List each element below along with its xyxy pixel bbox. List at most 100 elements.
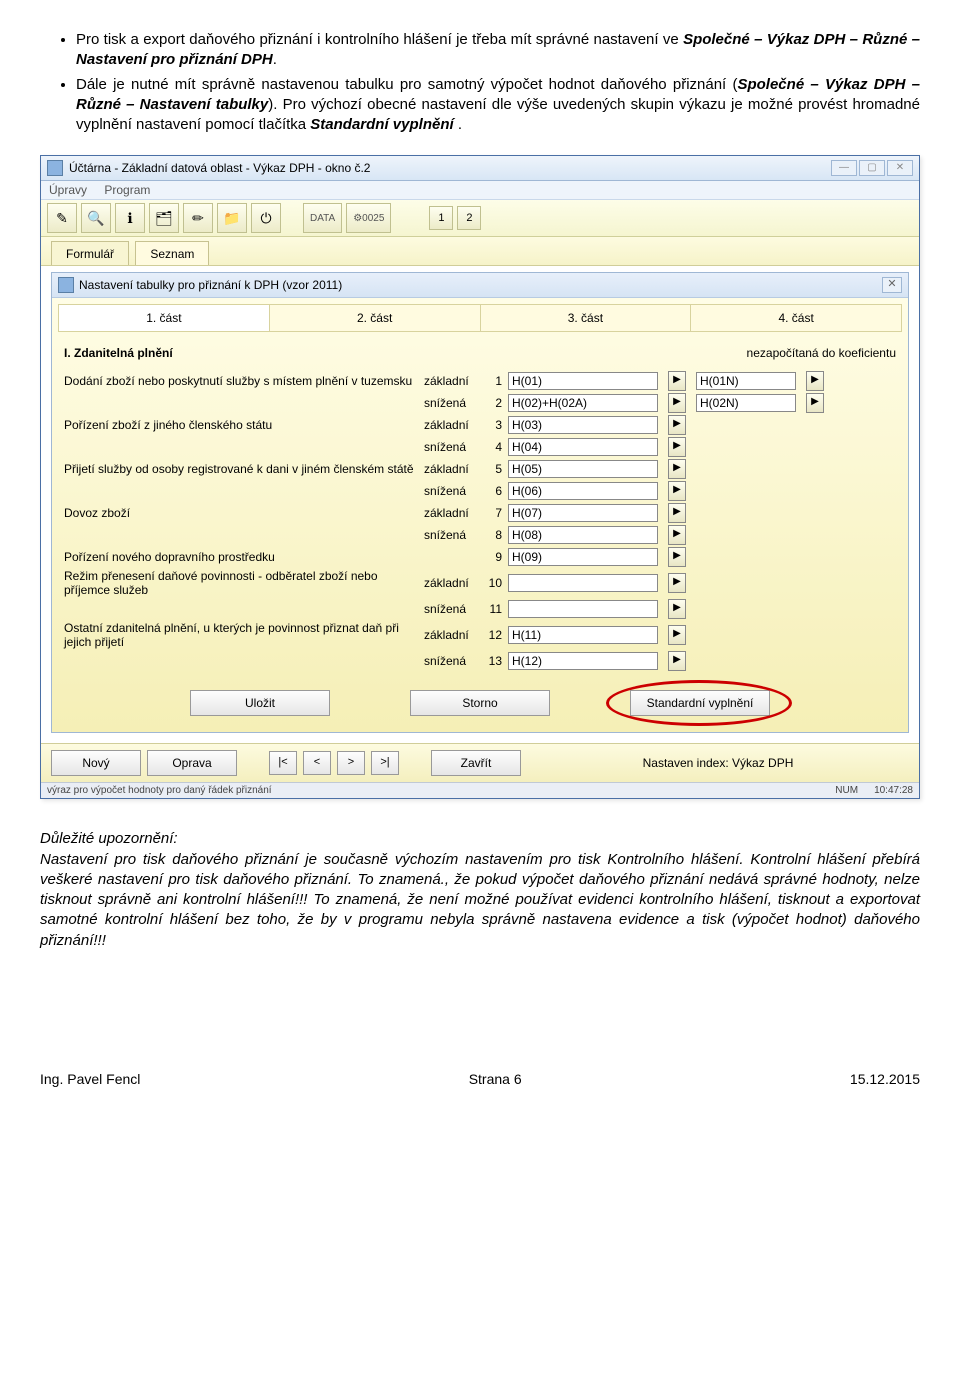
toolbar-data-button[interactable]: DATA — [303, 203, 342, 233]
row-value-input[interactable] — [508, 504, 658, 522]
menu-upravy[interactable]: Úpravy — [49, 183, 87, 197]
status-left: výraz pro výpočet hodnoty pro daný řádek… — [47, 785, 272, 796]
dialog-title-text: Nastavení tabulky pro přiznání k DPH (vz… — [79, 278, 342, 292]
form-row: Dovoz zbožízákladní7▶ — [58, 502, 902, 524]
window-2-button[interactable]: 2 — [457, 206, 481, 230]
row-rate: snížená — [424, 602, 484, 616]
bullet-list: Pro tisk a export daňového přiznání i ko… — [40, 30, 920, 135]
row-description: Pořízení nového dopravního prostředku — [64, 550, 424, 564]
toolbar-icon-6[interactable]: 📁 — [217, 203, 247, 233]
close-button[interactable]: ✕ — [887, 160, 913, 176]
row-description: Režim přenesení daňové povinnosti - odbě… — [64, 569, 424, 597]
play-icon[interactable]: ▶ — [668, 599, 686, 619]
form-row: snížená6▶ — [58, 480, 902, 502]
toolbar-icon-2[interactable]: 🔍 — [81, 203, 111, 233]
form-row: Režim přenesení daňové povinnosti - odbě… — [58, 568, 902, 598]
titlebar: Účtárna - Základní datová oblast - Výkaz… — [41, 156, 919, 181]
row-rate: základní — [424, 576, 484, 590]
toolbar-icon-3[interactable]: ℹ — [115, 203, 145, 233]
row-number: 3 — [484, 418, 508, 432]
row-rate: základní — [424, 506, 484, 520]
notice-body: Nastavení pro tisk daňového přiznání je … — [40, 851, 920, 949]
new-button[interactable]: Nový — [51, 750, 141, 776]
nav-next[interactable]: > — [337, 751, 365, 775]
toolbar-icon-5[interactable]: ✏ — [183, 203, 213, 233]
section-note: nezapočítaná do koeficientu — [747, 346, 896, 360]
app-icon — [47, 160, 63, 176]
page-footer: Ing. Pavel Fencl Strana 6 15.12.2015 — [40, 1071, 920, 1087]
row-number: 8 — [484, 528, 508, 542]
form-row: Dodání zboží nebo poskytnutí služby s mí… — [58, 370, 902, 392]
part-tab-2[interactable]: 2. část — [270, 305, 481, 331]
row-description: Pořízení zboží z jiného členského státu — [64, 418, 424, 432]
window-1-button[interactable]: 1 — [429, 206, 453, 230]
row-rate: základní — [424, 628, 484, 642]
row-value-input[interactable] — [508, 626, 658, 644]
toolbar-icon-1[interactable]: ✎ — [47, 203, 77, 233]
standard-fill-button[interactable]: Standardní vyplnění — [630, 690, 770, 716]
maximize-button[interactable]: ▢ — [859, 160, 885, 176]
play-icon[interactable]: ▶ — [806, 393, 824, 413]
play-icon[interactable]: ▶ — [668, 573, 686, 593]
row-rate: snížená — [424, 440, 484, 454]
menu-program[interactable]: Program — [104, 183, 150, 197]
play-icon[interactable]: ▶ — [668, 415, 686, 435]
row-description: Ostatní zdanitelná plnění, u kterých je … — [64, 621, 424, 649]
row-rate: snížená — [424, 654, 484, 668]
row-value-input[interactable] — [508, 416, 658, 434]
play-icon[interactable]: ▶ — [668, 437, 686, 457]
part-tab-3[interactable]: 3. část — [481, 305, 692, 331]
row-value2-input[interactable] — [696, 394, 796, 412]
form-row: snížená8▶ — [58, 524, 902, 546]
row-value-input[interactable] — [508, 394, 658, 412]
save-button[interactable]: Uložit — [190, 690, 330, 716]
toolbar-icon-4[interactable]: 🗂 — [149, 203, 179, 233]
form-row: snížená4 ▶ — [58, 436, 902, 458]
play-icon[interactable]: ▶ — [668, 371, 686, 391]
row-number: 6 — [484, 484, 508, 498]
play-icon[interactable]: ▶ — [668, 481, 686, 501]
row-value2-input[interactable] — [696, 372, 796, 390]
nav-first[interactable]: |< — [269, 751, 297, 775]
row-value-input[interactable] — [508, 482, 658, 500]
play-icon[interactable]: ▶ — [668, 651, 686, 671]
row-rate: základní — [424, 374, 484, 388]
row-value-input[interactable] — [508, 372, 658, 390]
row-value-input[interactable] — [508, 652, 658, 670]
play-icon[interactable]: ▶ — [668, 547, 686, 567]
close-dialog-button[interactable]: Zavřít — [431, 750, 521, 776]
toolbar-icon-7[interactable]: ⏻ — [251, 203, 281, 233]
dialog-close-button[interactable]: ✕ — [882, 277, 902, 293]
row-value-input[interactable] — [508, 526, 658, 544]
row-value-input[interactable] — [508, 438, 658, 456]
tab-seznam[interactable]: Seznam — [135, 241, 209, 265]
cancel-button[interactable]: Storno — [410, 690, 550, 716]
row-number: 7 — [484, 506, 508, 520]
play-icon[interactable]: ▶ — [668, 525, 686, 545]
play-icon[interactable]: ▶ — [668, 625, 686, 645]
nav-prev[interactable]: < — [303, 751, 331, 775]
nav-last[interactable]: >| — [371, 751, 399, 775]
play-icon[interactable]: ▶ — [668, 393, 686, 413]
row-value-input[interactable] — [508, 460, 658, 478]
app-window: Účtárna - Základní datová oblast - Výkaz… — [40, 155, 920, 799]
footer-page: Strana 6 — [469, 1071, 522, 1087]
play-icon[interactable]: ▶ — [668, 503, 686, 523]
tab-formular[interactable]: Formulář — [51, 241, 129, 265]
toolbar-gear-button[interactable]: ⚙ 0025 — [346, 203, 391, 233]
part-tab-1[interactable]: 1. část — [59, 305, 270, 331]
row-value-input[interactable] — [508, 574, 658, 592]
row-number: 13 — [484, 654, 508, 668]
minimize-button[interactable]: — — [831, 160, 857, 176]
play-icon[interactable]: ▶ — [668, 459, 686, 479]
edit-button[interactable]: Oprava — [147, 750, 237, 776]
form-row: snížená13 ▶ — [58, 650, 902, 672]
row-value-input[interactable] — [508, 548, 658, 566]
form-row: snížená11▶ — [58, 598, 902, 620]
row-value-input[interactable] — [508, 600, 658, 618]
row-number: 4 — [484, 440, 508, 454]
play-icon[interactable]: ▶ — [806, 371, 824, 391]
row-rate: základní — [424, 462, 484, 476]
part-tab-4[interactable]: 4. část — [691, 305, 901, 331]
section-heading: I. Zdanitelná plnění — [64, 346, 173, 360]
